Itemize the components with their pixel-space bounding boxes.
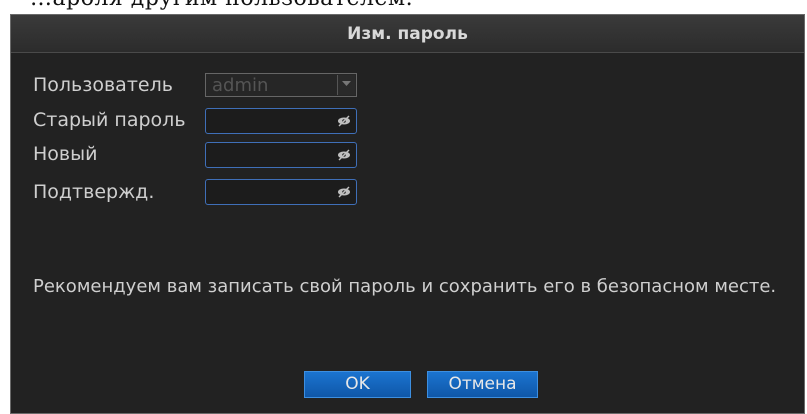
new-password-label: Новый: [33, 143, 98, 165]
cropped-text: …ароля другим пользователем.: [30, 0, 413, 11]
confirm-password-field[interactable]: [205, 179, 357, 205]
confirm-password-label: Подтвержд.: [33, 181, 155, 203]
user-label: Пользователь: [33, 74, 173, 96]
chevron-down-icon[interactable]: [337, 75, 355, 95]
user-select[interactable]: admin: [205, 73, 357, 97]
eye-hidden-icon[interactable]: [336, 113, 352, 129]
change-password-dialog: Изм. пароль Пользователь admin Старый па…: [10, 14, 805, 414]
ok-button[interactable]: OK: [304, 371, 411, 398]
eye-hidden-icon[interactable]: [336, 184, 352, 200]
dialog-titlebar: Изм. пароль: [11, 15, 804, 53]
cropped-document-text: …ароля другим пользователем.: [0, 0, 807, 14]
new-password-field[interactable]: [205, 142, 357, 168]
dialog-title: Изм. пароль: [347, 24, 468, 44]
user-select-value: admin: [212, 75, 269, 96]
old-password-label: Старый пароль: [33, 109, 186, 131]
cancel-button[interactable]: Отмена: [427, 371, 538, 398]
old-password-field[interactable]: [205, 108, 357, 134]
security-note: Рекомендуем вам записать свой пароль и с…: [33, 276, 777, 297]
eye-hidden-icon[interactable]: [336, 147, 352, 163]
